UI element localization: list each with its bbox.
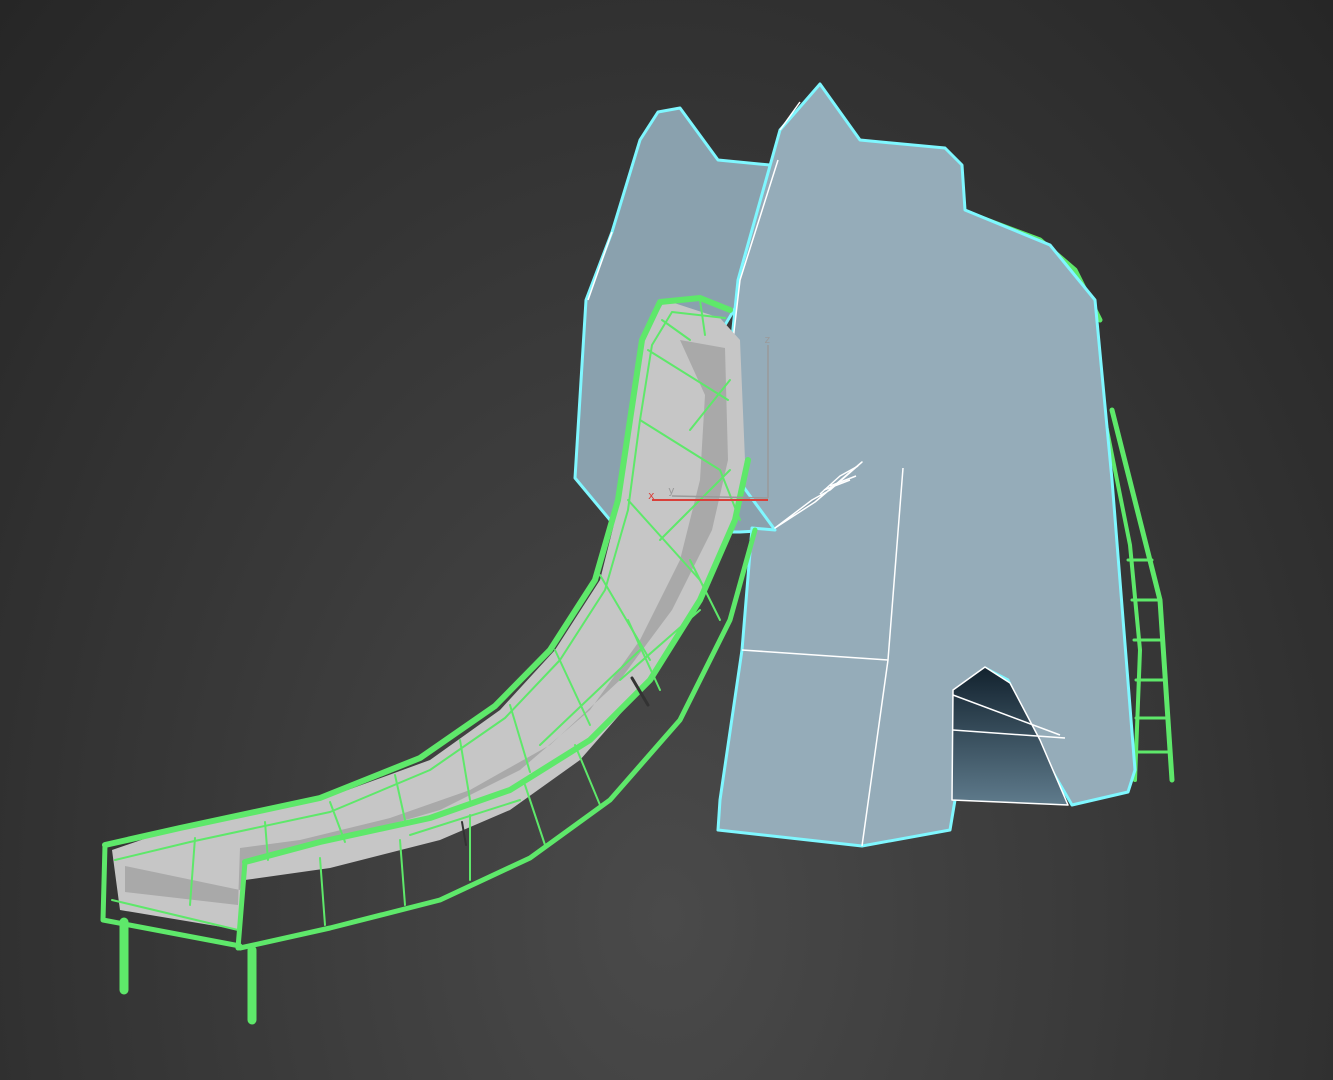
slide-chute[interactable]: [100, 295, 758, 1025]
gizmo-y-label: y: [668, 484, 675, 497]
gizmo-z-label: z: [764, 333, 771, 346]
gizmo-x-label: x: [648, 489, 655, 502]
viewport-scene[interactable]: z y x: [0, 0, 1333, 1080]
3d-viewport[interactable]: z y x: [0, 0, 1333, 1080]
slide-bed: [112, 300, 745, 930]
elephant-face: [716, 82, 1137, 848]
